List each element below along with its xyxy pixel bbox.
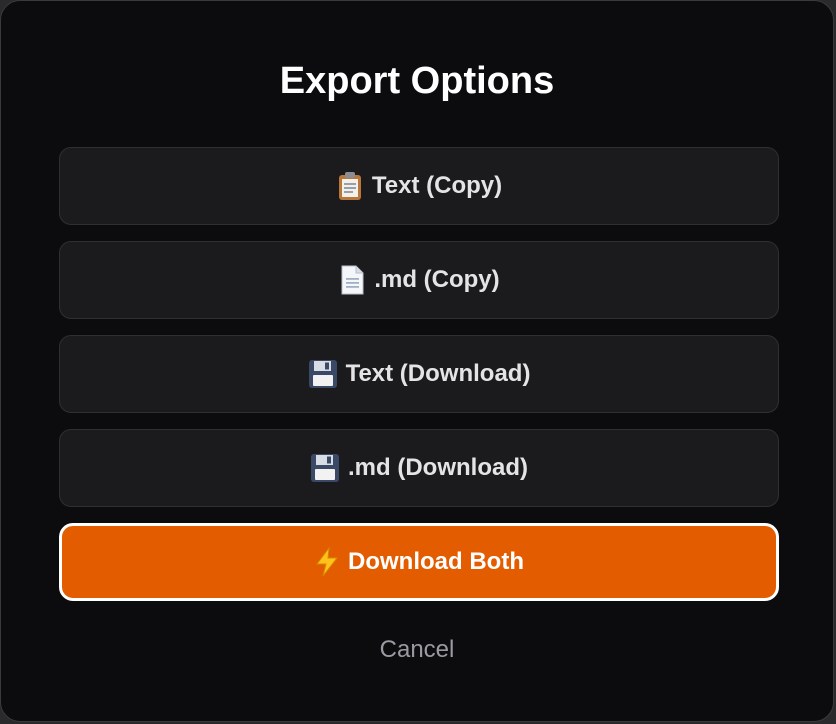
copy-text-button[interactable]: Text (Copy) [59, 147, 779, 225]
export-dialog: Export Options Text (Copy) .md (Copy) Te… [0, 0, 834, 722]
download-both-label: Download Both [348, 548, 524, 575]
document-icon [338, 265, 366, 295]
floppy-disk-icon [308, 359, 338, 389]
copy-text-label: Text (Copy) [371, 172, 503, 199]
copy-md-button[interactable]: .md (Copy) [59, 241, 779, 319]
download-text-button[interactable]: Text (Download) [59, 335, 779, 413]
download-both-button[interactable]: Download Both [59, 523, 779, 601]
download-md-label: .md (Download) [348, 454, 528, 481]
download-md-button[interactable]: .md (Download) [59, 429, 779, 507]
lightning-icon [314, 547, 340, 577]
download-text-label: Text (Download) [345, 360, 531, 387]
copy-md-label: .md (Copy) [374, 266, 500, 293]
cancel-button[interactable]: Cancel [1, 636, 833, 664]
dialog-title: Export Options [279, 60, 555, 102]
floppy-disk-icon [310, 453, 340, 483]
clipboard-icon [336, 171, 364, 201]
